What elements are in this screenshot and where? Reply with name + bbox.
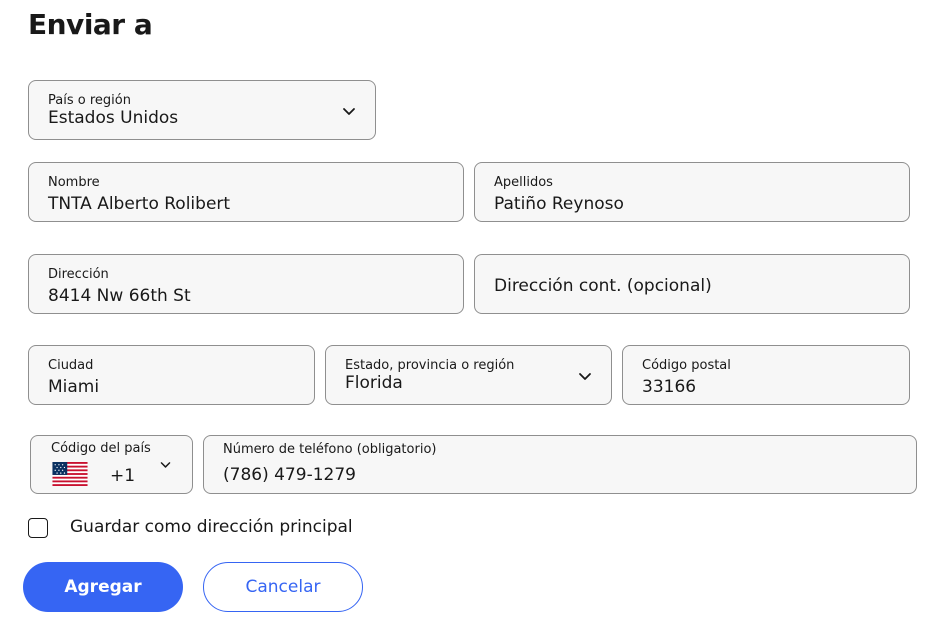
state-value: Florida: [345, 373, 403, 393]
chevron-down-icon: [160, 462, 171, 468]
country-label: País o región: [48, 93, 131, 108]
save-default-label[interactable]: Guardar como dirección principal: [70, 517, 353, 537]
phone-value: (786) 479-1279: [223, 465, 356, 485]
country-code-value: +1: [110, 466, 136, 486]
first-name-value: TNTA Alberto Rolibert: [48, 194, 231, 214]
chevron-down-icon: [579, 373, 591, 380]
address-value: 8414 Nw 66th St: [48, 286, 191, 306]
state-select[interactable]: Estado, provincia o región Florida: [325, 345, 612, 405]
cancel-button[interactable]: Cancelar: [203, 562, 363, 612]
page-title: Enviar a: [28, 8, 153, 41]
postal-code-field[interactable]: Código postal 33166: [622, 345, 910, 405]
state-label: Estado, provincia o región: [345, 358, 515, 373]
last-name-label: Apellidos: [494, 175, 553, 190]
postal-code-label: Código postal: [642, 358, 731, 373]
city-value: Miami: [48, 377, 100, 397]
last-name-value: Patiño Reynoso: [494, 194, 624, 214]
us-flag-icon: [52, 462, 88, 486]
city-field[interactable]: Ciudad Miami: [28, 345, 315, 405]
address-label: Dirección: [48, 267, 109, 282]
add-button[interactable]: Agregar: [23, 562, 183, 612]
first-name-field[interactable]: Nombre TNTA Alberto Rolibert: [28, 162, 464, 222]
save-default-checkbox[interactable]: [28, 518, 48, 538]
country-code-label: Código del país: [51, 441, 151, 456]
last-name-field[interactable]: Apellidos Patiño Reynoso: [474, 162, 910, 222]
phone-label: Número de teléfono (obligatorio): [223, 442, 437, 457]
city-label: Ciudad: [48, 358, 94, 373]
address2-field[interactable]: Dirección cont. (opcional): [474, 254, 910, 314]
first-name-label: Nombre: [48, 175, 100, 190]
country-value: Estados Unidos: [48, 108, 179, 128]
address-field[interactable]: Dirección 8414 Nw 66th St: [28, 254, 464, 314]
chevron-down-icon: [343, 108, 355, 115]
address2-placeholder: Dirección cont. (opcional): [494, 276, 712, 296]
country-select[interactable]: País o región Estados Unidos: [28, 80, 376, 140]
country-code-select[interactable]: Código del país +1: [30, 435, 193, 494]
phone-field[interactable]: Número de teléfono (obligatorio) (786) 4…: [203, 435, 917, 494]
postal-code-value: 33166: [642, 377, 697, 397]
